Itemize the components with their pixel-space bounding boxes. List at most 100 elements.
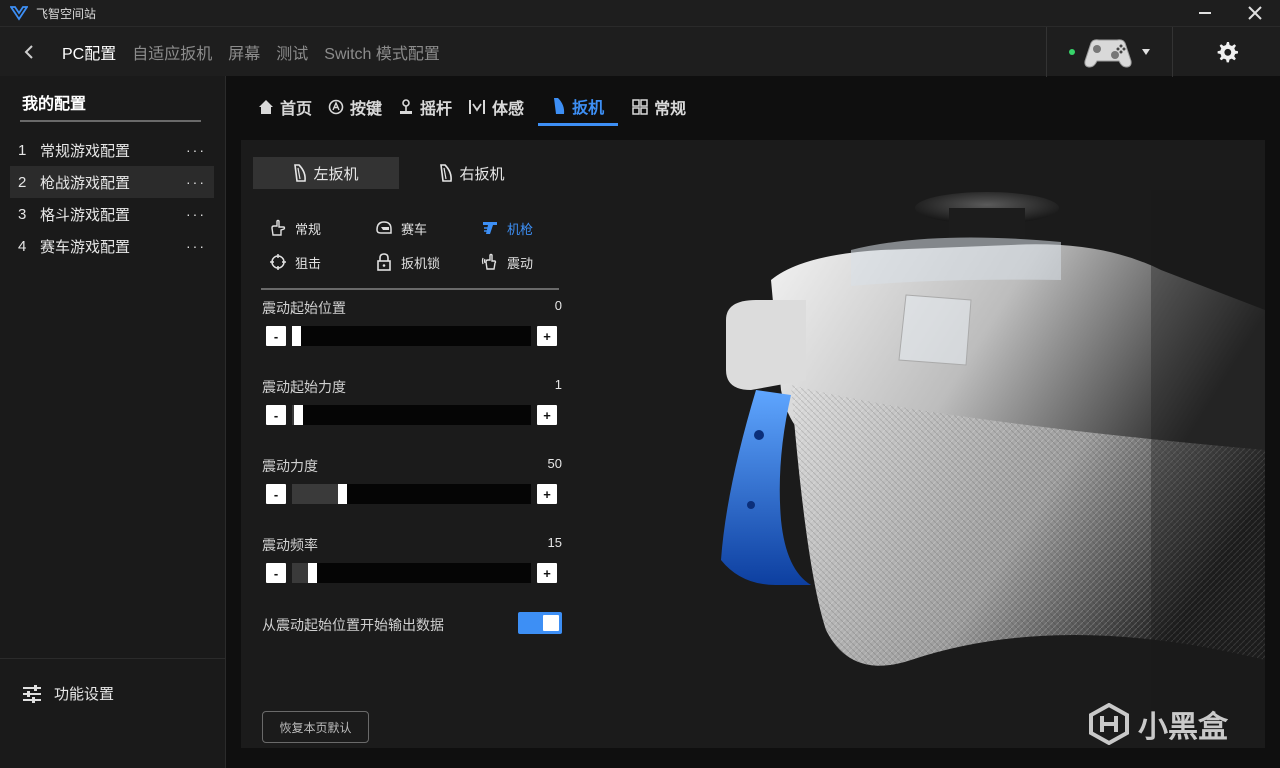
config-item-number: 3	[18, 205, 27, 223]
function-settings-button[interactable]: 功能设置	[22, 683, 114, 704]
trigger-panel: 左扳机 右扳机 常规 赛车 机枪 狙击 扳机锁 震动 震动起始位置 0 - + …	[241, 140, 1265, 748]
decrement-button[interactable]: -	[266, 484, 286, 504]
right-trigger-icon	[440, 164, 453, 182]
more-options-button[interactable]: ···	[186, 174, 206, 190]
slider-vibration-start-position: 震动起始位置 0 - +	[262, 298, 562, 358]
slider-track[interactable]	[292, 326, 531, 346]
config-item-shooter[interactable]: 2 枪战游戏配置 ···	[10, 166, 214, 198]
tab-left-trigger[interactable]: 左扳机	[253, 157, 399, 189]
mode-trigger-lock[interactable]: 扳机锁	[375, 252, 481, 272]
nav-screen[interactable]: 屏幕	[228, 40, 260, 64]
device-status-dot	[1069, 49, 1075, 55]
slider-label: 震动起始位置	[262, 300, 346, 316]
sidebar-footer: 功能设置	[0, 658, 225, 768]
title-bar: 飞智空间站	[0, 0, 1280, 26]
slider-vibration-force: 震动力度 50 - +	[262, 456, 562, 516]
top-nav: PC配置 自适应扳机 屏幕 测试 Switch 模式配置	[0, 26, 1280, 77]
trigger-icon	[554, 97, 565, 114]
decrement-button[interactable]: -	[266, 326, 286, 346]
slider-thumb[interactable]	[338, 484, 347, 504]
tab-general[interactable]: 常规	[630, 88, 688, 126]
increment-button[interactable]: +	[537, 405, 557, 425]
output-from-start-toggle[interactable]	[518, 612, 562, 634]
mode-regular[interactable]: 常规	[269, 218, 375, 238]
nav-pc-config[interactable]: PC配置	[62, 40, 116, 64]
section-tabs: 首页 按键 摇杆 体感 扳机 常规	[256, 88, 688, 128]
mode-label: 震动	[507, 255, 534, 271]
mode-racing[interactable]: 赛车	[375, 218, 481, 238]
slider-track[interactable]	[292, 484, 531, 504]
increment-button[interactable]: +	[537, 563, 557, 583]
nav-switch-mode[interactable]: Switch 模式配置	[324, 40, 440, 64]
more-options-button[interactable]: ···	[186, 238, 206, 254]
more-options-button[interactable]: ···	[186, 206, 206, 222]
tab-motion[interactable]: 体感	[466, 88, 526, 126]
app-title: 飞智空间站	[36, 6, 97, 21]
slider-track[interactable]	[292, 563, 531, 583]
tab-label: 按键	[350, 101, 383, 118]
crosshair-icon	[270, 254, 286, 270]
racing-helmet-icon	[376, 221, 392, 234]
increment-button[interactable]: +	[537, 484, 557, 504]
toggle-label: 从震动起始位置开始输出数据	[262, 617, 444, 633]
output-from-start-row: 从震动起始位置开始输出数据	[262, 612, 562, 636]
close-button[interactable]	[1235, 0, 1275, 26]
joystick-icon	[400, 99, 413, 114]
more-options-button[interactable]: ···	[186, 142, 206, 158]
slider-thumb[interactable]	[308, 563, 318, 583]
mode-label: 赛车	[401, 221, 428, 237]
mode-machine-gun[interactable]: 机枪	[481, 218, 571, 238]
settings-button[interactable]	[1172, 27, 1280, 77]
sidebar-title: 我的配置	[22, 96, 87, 113]
tab-trigger[interactable]: 扳机	[538, 88, 619, 126]
slider-thumb[interactable]	[292, 326, 301, 346]
nav-adaptive-trigger[interactable]: 自适应扳机	[132, 40, 212, 64]
mode-label: 狙击	[295, 255, 322, 271]
mode-divider	[261, 288, 559, 290]
mode-label: 扳机锁	[401, 255, 441, 271]
tab-home[interactable]: 首页	[256, 88, 314, 126]
chevron-left-icon	[24, 45, 33, 59]
controller-trigger-image	[721, 190, 1265, 730]
slider-thumb[interactable]	[294, 405, 304, 425]
back-button[interactable]	[18, 41, 40, 63]
tab-label: 首页	[280, 101, 313, 118]
slider-fill	[292, 563, 309, 583]
decrement-button[interactable]: -	[266, 405, 286, 425]
gamepad-icon	[1084, 39, 1132, 68]
slider-track[interactable]	[292, 405, 531, 425]
minimize-button[interactable]	[1185, 0, 1225, 26]
nav-items: PC配置 自适应扳机 屏幕 测试 Switch 模式配置	[62, 27, 440, 77]
config-item-number: 2	[18, 173, 27, 191]
slider-vibration-frequency: 震动频率 15 - +	[262, 535, 562, 595]
mode-sniper[interactable]: 狙击	[269, 252, 375, 272]
minimize-icon	[1199, 12, 1211, 14]
config-item-fighting[interactable]: 3 格斗游戏配置 ···	[10, 198, 214, 230]
hand-icon	[271, 219, 286, 236]
device-selector[interactable]	[1046, 27, 1171, 77]
config-item-regular[interactable]: 1 常规游戏配置 ···	[10, 134, 214, 166]
grid-icon	[632, 99, 648, 115]
mode-vibration[interactable]: 震动	[481, 252, 571, 272]
trigger-side-tabs: 左扳机 右扳机	[253, 157, 545, 189]
button-a-icon	[328, 99, 344, 115]
gear-icon	[1217, 42, 1238, 63]
reset-defaults-button[interactable]: 恢复本页默认	[262, 711, 369, 743]
increment-button[interactable]: +	[537, 326, 557, 346]
decrement-button[interactable]: -	[266, 563, 286, 583]
watermark: 小黑盒	[1088, 702, 1228, 746]
tab-label: 右扳机	[459, 165, 505, 183]
config-item-racing[interactable]: 4 赛车游戏配置 ···	[10, 230, 214, 262]
tab-joystick[interactable]: 摇杆	[396, 88, 454, 126]
config-item-number: 1	[18, 141, 27, 159]
heybox-logo-icon	[1089, 703, 1129, 745]
slider-vibration-start-force: 震动起始力度 1 - +	[262, 377, 562, 437]
lock-icon	[377, 253, 391, 271]
slider-label: 震动起始力度	[262, 379, 346, 395]
tab-right-trigger[interactable]: 右扳机	[399, 157, 545, 189]
tab-buttons[interactable]: 按键	[326, 88, 384, 126]
left-trigger-icon	[294, 164, 307, 182]
home-icon	[259, 100, 273, 114]
slider-label: 震动力度	[262, 458, 318, 474]
nav-test[interactable]: 测试	[276, 40, 308, 64]
